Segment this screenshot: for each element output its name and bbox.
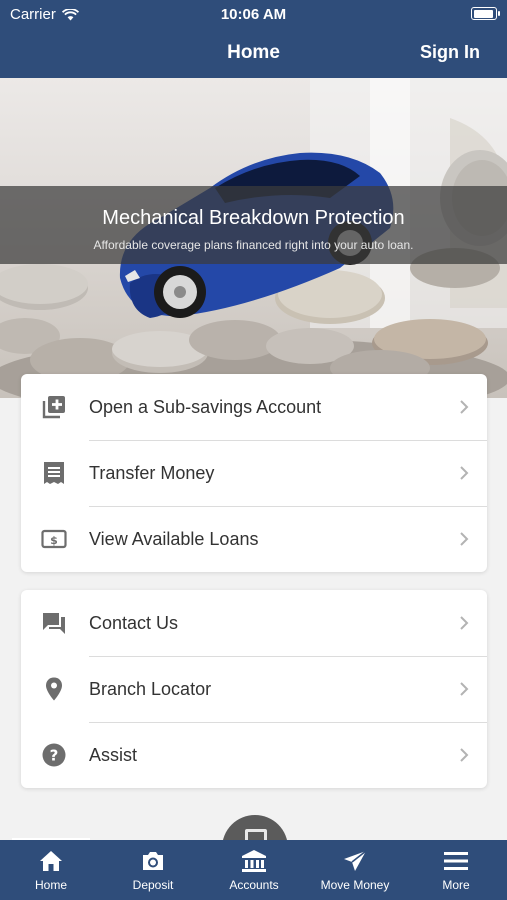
tab-label: Home (34, 878, 67, 892)
support-actions-card: Contact Us Branch Locator ? Assist (21, 590, 487, 788)
banner-title: Mechanical Breakdown Protection (102, 207, 405, 229)
sign-in-button[interactable]: Sign In (420, 42, 480, 63)
row-label: View Available Loans (89, 529, 259, 549)
chevron-right-icon (460, 616, 469, 630)
tab-accounts[interactable]: Accounts (203, 840, 305, 900)
tab-label: Move Money (320, 878, 390, 892)
receipt-icon (44, 462, 64, 484)
add-account-icon (42, 396, 65, 419)
tab-label: More (442, 878, 470, 892)
camera-icon (143, 852, 163, 870)
row-label: Contact Us (89, 613, 179, 633)
row-label: Open a Sub-savings Account (89, 397, 322, 417)
battery-icon (471, 7, 500, 20)
branch-locator-row[interactable]: Branch Locator (21, 656, 487, 722)
menu-icon (444, 852, 468, 870)
account-actions-card: Open a Sub-savings Account Transfer Mone… (21, 374, 487, 572)
banner-subtitle: Affordable coverage plans financed right… (93, 238, 414, 252)
row-label: Assist (89, 745, 138, 765)
transfer-money-row[interactable]: Transfer Money (21, 440, 487, 506)
help-icon: ? (42, 743, 66, 767)
status-bar: Carrier 10:06 AM (0, 0, 507, 28)
bank-icon (242, 850, 266, 872)
svg-text:$: $ (50, 534, 58, 547)
dollar-bill-icon: $ (41, 529, 67, 549)
home-icon (40, 851, 62, 871)
tab-more[interactable]: More (405, 840, 507, 900)
open-sub-savings-row[interactable]: Open a Sub-savings Account (21, 374, 487, 440)
tab-deposit[interactable]: Deposit (102, 840, 204, 900)
svg-text:?: ? (50, 747, 59, 765)
chevron-right-icon (460, 400, 469, 414)
tab-move-money[interactable]: Move Money (304, 840, 406, 900)
top-navigation-bar: Carrier 10:06 AM Home Sign In (0, 0, 507, 78)
chat-icon (43, 613, 65, 634)
status-time: 10:06 AM (220, 6, 287, 23)
banner-caption: Mechanical Breakdown Protection Affordab… (0, 186, 507, 264)
promo-banner[interactable]: Mechanical Breakdown Protection Affordab… (0, 78, 507, 398)
chevron-right-icon (460, 682, 469, 696)
battery-level-fill (473, 9, 493, 18)
chevron-right-icon (460, 466, 469, 480)
chevron-right-icon (460, 748, 469, 762)
tab-home[interactable]: Home (0, 840, 102, 900)
view-loans-row[interactable]: $ View Available Loans (21, 506, 487, 572)
send-icon (344, 850, 367, 871)
chevron-right-icon (460, 532, 469, 546)
tab-label: Accounts (229, 878, 279, 892)
location-pin-icon (46, 677, 62, 701)
tab-label: Deposit (132, 878, 174, 892)
contact-us-row[interactable]: Contact Us (21, 590, 487, 656)
row-label: Transfer Money (89, 463, 215, 483)
assist-row[interactable]: ? Assist (21, 722, 487, 788)
row-label: Branch Locator (89, 679, 212, 699)
